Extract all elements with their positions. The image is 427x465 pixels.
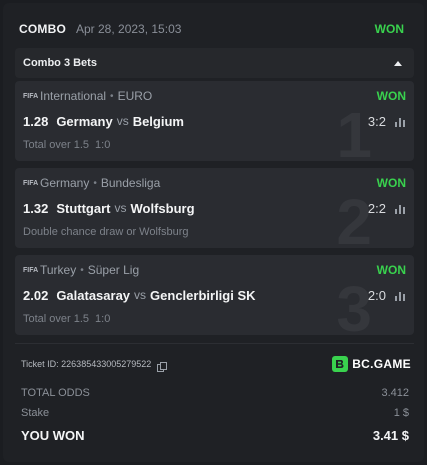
caret-up-icon[interactable] <box>392 57 404 69</box>
copy-icon[interactable] <box>157 359 168 372</box>
total-odds-label: TOTAL ODDS <box>21 387 90 399</box>
bet-leg: 2 FIFA Germany • Bundesliga WON 1.32 Stu… <box>15 168 414 248</box>
vs-label: vs <box>114 201 127 215</box>
section-divider <box>15 343 414 344</box>
away-team[interactable]: Belgium <box>133 114 184 129</box>
leg-odds: 1.32 <box>23 200 49 216</box>
stats-icon[interactable] <box>394 115 406 127</box>
leg-league: EURO <box>117 89 153 103</box>
total-odds-row: TOTAL ODDS 3.412 <box>21 387 409 399</box>
leg-status-badge: WON <box>376 176 406 190</box>
leg-result: 1:0 <box>95 139 111 151</box>
vs-label: vs <box>116 114 129 128</box>
leg-score: 2:0 <box>367 287 386 303</box>
home-team[interactable]: Stuttgart <box>56 201 110 216</box>
away-team[interactable]: Wolfsburg <box>130 201 194 216</box>
separator-dot: • <box>93 177 97 189</box>
leg-market: Total over 1.5 <box>23 313 90 325</box>
leg-category: Germany <box>40 176 90 190</box>
payout-row: YOU WON 3.41 $ <box>21 428 409 443</box>
fifa-icon: FIFA <box>23 92 39 100</box>
total-odds-value: 3.412 <box>381 387 409 399</box>
stake-row: Stake 1 $ <box>21 407 409 419</box>
leg-odds: 2.02 <box>23 287 49 303</box>
ticket-row: Ticket ID: 226385433005279522 BC.GAME <box>21 355 411 373</box>
bet-leg: 1 FIFA International • EURO WON 1.28 Ger… <box>15 81 414 161</box>
payout-label: YOU WON <box>21 428 85 443</box>
bet-leg: 3 FIFA Turkey • Süper Lig WON 2.02 Galat… <box>15 255 414 335</box>
away-team[interactable]: Genclerbirligi SK <box>150 288 255 303</box>
stats-icon[interactable] <box>394 289 406 301</box>
fifa-icon: FIFA <box>23 179 39 187</box>
separator-dot: • <box>110 90 114 102</box>
brand-logo: BC.GAME <box>332 356 411 372</box>
leg-category: Turkey <box>40 263 77 277</box>
leg-result: 1:0 <box>95 313 111 325</box>
combo-toggle[interactable]: Combo 3 Bets <box>15 48 414 78</box>
leg-market: Double chance draw or Wolfsburg <box>23 226 189 238</box>
leg-league: Süper Lig <box>87 263 140 277</box>
bet-date: Apr 28, 2023, 15:03 <box>76 22 182 36</box>
leg-market: Total over 1.5 <box>23 139 90 151</box>
separator-dot: • <box>80 264 84 276</box>
bet-header: COMBO Apr 28, 2023, 15:03 WON <box>19 19 404 39</box>
bc-logo-icon <box>332 356 349 372</box>
leg-league: Bundesliga <box>100 176 161 190</box>
leg-odds: 1.28 <box>23 113 49 129</box>
bet-status-badge: WON <box>374 22 404 36</box>
home-team[interactable]: Germany <box>56 114 112 129</box>
vs-label: vs <box>134 288 147 302</box>
fifa-icon: FIFA <box>23 266 39 274</box>
leg-score: 2:2 <box>367 200 386 216</box>
home-team[interactable]: Galatasaray <box>56 288 130 303</box>
brand-name: BC.GAME <box>352 357 411 371</box>
combo-label: Combo 3 Bets <box>23 57 97 69</box>
bet-details-card: COMBO Apr 28, 2023, 15:03 WON Combo 3 Be… <box>3 3 424 462</box>
ticket-id: Ticket ID: 226385433005279522 <box>21 359 152 369</box>
stake-value: 1 $ <box>393 407 409 419</box>
stats-icon[interactable] <box>394 202 406 214</box>
bet-type: COMBO <box>19 22 66 36</box>
leg-category: International <box>40 89 107 103</box>
leg-score: 3:2 <box>367 113 386 129</box>
leg-status-badge: WON <box>376 89 406 103</box>
stake-label: Stake <box>21 407 50 419</box>
leg-status-badge: WON <box>376 263 406 277</box>
payout-value: 3.41 $ <box>372 428 409 443</box>
